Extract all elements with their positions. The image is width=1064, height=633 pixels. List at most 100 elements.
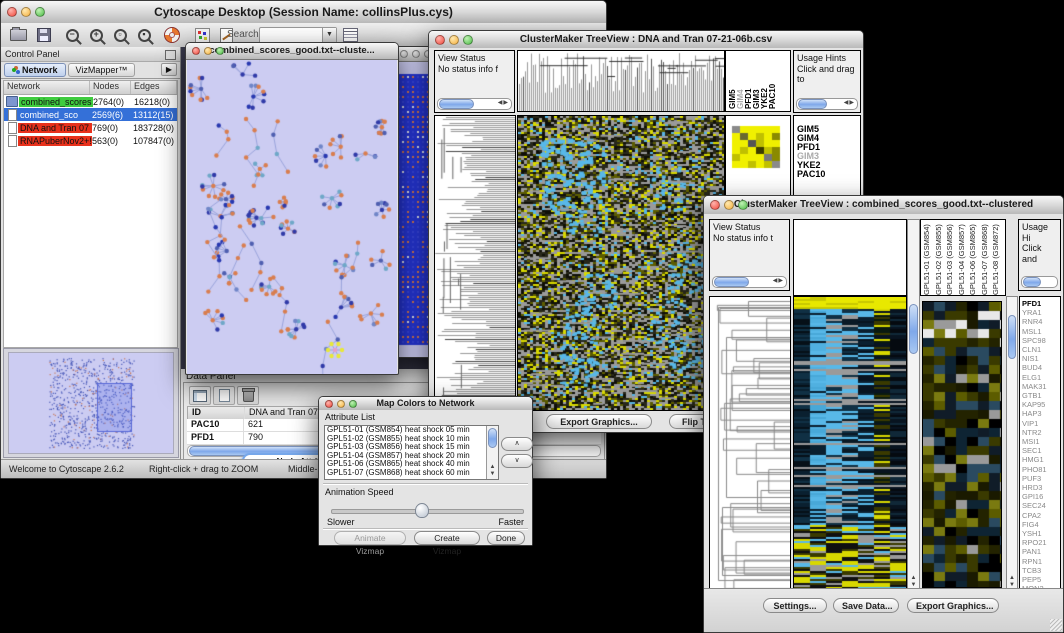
view-status-scrollbar[interactable]: ◀▶ [712,276,787,288]
gene-label[interactable]: YSH1 [1022,529,1060,538]
minimize-icon[interactable] [337,400,345,408]
network-canvas-1[interactable] [187,60,397,374]
zoom-out-button[interactable]: − [61,26,83,44]
animate-vizmap-button[interactable]: Animate Vizmap [334,531,406,545]
birdseye-panel[interactable] [3,348,179,458]
zoom-window-icon[interactable] [216,47,224,55]
window-controls[interactable] [325,400,357,408]
tv2-zoom-heatmap[interactable] [922,301,1002,588]
zoom-fit-button[interactable]: ▫ [109,26,131,44]
tv2-row-dendrogram[interactable] [709,296,791,591]
gene-label[interactable]: KAP95 [1022,400,1060,409]
scroll-arrows-icon[interactable]: ◀▶ [773,277,784,286]
open-file-button[interactable] [7,26,29,44]
minimize-icon[interactable] [449,35,459,45]
resize-grip[interactable] [1050,619,1062,631]
gene-label[interactable]: BUD4 [1022,363,1060,372]
window-controls[interactable] [435,35,473,45]
usage-hints-scrollbar[interactable]: ◀▶ [796,98,858,110]
move-up-button[interactable]: ∧ [501,437,533,451]
tv1-global-heatmap[interactable] [517,115,725,411]
window-controls[interactable] [192,47,224,55]
close-icon[interactable] [325,400,333,408]
gene-label[interactable]: SPC98 [1022,336,1060,345]
gene-label[interactable]: MSL1 [1022,327,1060,336]
done-button[interactable]: Done [487,531,525,545]
gene-label[interactable]: FIG4 [1022,520,1060,529]
network-list-row[interactable]: combined_scores 2764(0) 16218(0) [4,95,177,108]
scrollbar-thumb[interactable] [439,99,474,109]
zoom-selected-button[interactable]: ▪ [133,26,155,44]
dialog-titlebar[interactable]: Map Colors to Network [319,397,532,411]
gene-label[interactable]: CPA2 [1022,511,1060,520]
gene-label[interactable]: MAK31 [1022,382,1060,391]
row-label[interactable]: PAC10 [797,170,860,179]
scroll-arrows-icon[interactable]: ▲▼ [1007,575,1017,589]
gene-label[interactable]: PHO81 [1022,465,1060,474]
usage-hints-scrollbar[interactable] [1021,276,1058,288]
scrollbar-thumb[interactable] [488,428,497,448]
net1-titlebar[interactable]: combined_scores_good.txt--cluste... [186,43,398,60]
gene-label[interactable]: HMG1 [1022,455,1060,464]
gene-label[interactable]: PUF3 [1022,474,1060,483]
gene-label[interactable]: MSI1 [1022,437,1060,446]
zoom-window-icon[interactable] [35,7,45,17]
scroll-arrows-icon[interactable]: ◀▶ [498,99,509,108]
minimize-icon[interactable] [412,50,420,58]
tv2-column-dendrogram[interactable] [793,219,907,296]
gene-label[interactable]: NIS1 [1022,354,1060,363]
new-attribute-button[interactable] [213,386,235,405]
gene-label[interactable]: NTR2 [1022,428,1060,437]
tab-vizmapper[interactable]: VizMapper™ [68,63,136,77]
gene-label[interactable]: TCB3 [1022,566,1060,575]
tv2-settings-button[interactable]: Settings... [763,598,827,613]
gene-label[interactable]: PFD1 [1022,299,1060,308]
gene-label[interactable]: ELG1 [1022,373,1060,382]
gene-label[interactable]: YRA1 [1022,308,1060,317]
scroll-arrows-icon[interactable]: ▲▼ [487,464,498,478]
scrollbar-thumb[interactable] [798,99,827,109]
close-icon[interactable] [435,35,445,45]
save-button[interactable] [33,26,55,44]
tv1-column-dendrogram[interactable] [517,50,725,112]
gene-label[interactable]: SEC1 [1022,446,1060,455]
zoom-window-icon[interactable] [463,35,473,45]
main-titlebar[interactable]: Cytoscape Desktop (Session Name: collins… [1,1,606,24]
tab-network[interactable]: Network [4,63,66,77]
help-button[interactable] [161,26,183,44]
attribute-item[interactable]: GPL51-07 (GSM868) heat shock 60 min [325,469,498,478]
close-icon[interactable] [192,47,200,55]
gene-label[interactable]: CLN1 [1022,345,1060,354]
birdseye-canvas[interactable] [8,352,174,454]
tv1-row-dendrogram[interactable] [434,115,516,411]
minimize-icon[interactable] [724,200,734,210]
tv2-global-heatmap[interactable] [793,296,907,591]
window-controls[interactable] [710,200,748,210]
attribute-select-button[interactable] [189,386,211,405]
gene-label[interactable]: PEP5 [1022,575,1060,584]
gene-label[interactable]: HRD3 [1022,483,1060,492]
gene-label[interactable]: SEC24 [1022,501,1060,510]
scrollbar-thumb[interactable] [1023,277,1041,287]
view-status-scrollbar[interactable]: ◀▶ [437,98,512,110]
gene-label[interactable]: VIP1 [1022,419,1060,428]
scroll-arrows-icon[interactable]: ◀▶ [844,99,855,108]
network-list-row[interactable]: DNA and Tran 07 769(0) 183728(0) [4,121,177,134]
window-controls[interactable] [7,7,45,17]
minimize-icon[interactable] [204,47,212,55]
minimize-icon[interactable] [21,7,31,17]
tv1-titlebar[interactable]: ClusterMaker TreeView : DNA and Tran 07-… [429,31,863,49]
gene-label[interactable]: RPO21 [1022,538,1060,547]
gene-label[interactable]: RNR4 [1022,317,1060,326]
gene-label[interactable]: RPN1 [1022,557,1060,566]
move-down-button[interactable]: ∨ [501,454,533,468]
slider-thumb[interactable] [415,503,429,518]
gene-label[interactable]: GPI16 [1022,492,1060,501]
chevron-down-icon[interactable]: ▼ [322,28,336,43]
float-panel-icon[interactable] [165,50,176,60]
gene-label[interactable]: GTB1 [1022,391,1060,400]
zoom-window-icon[interactable] [349,400,357,408]
network-list-row[interactable]: RNAPuberNov2+! 563(0) 107847(0) [4,134,177,147]
tv1-export-graphics-button[interactable]: Export Graphics... [546,414,652,429]
tab-overflow-button[interactable]: ▶ [161,63,177,76]
